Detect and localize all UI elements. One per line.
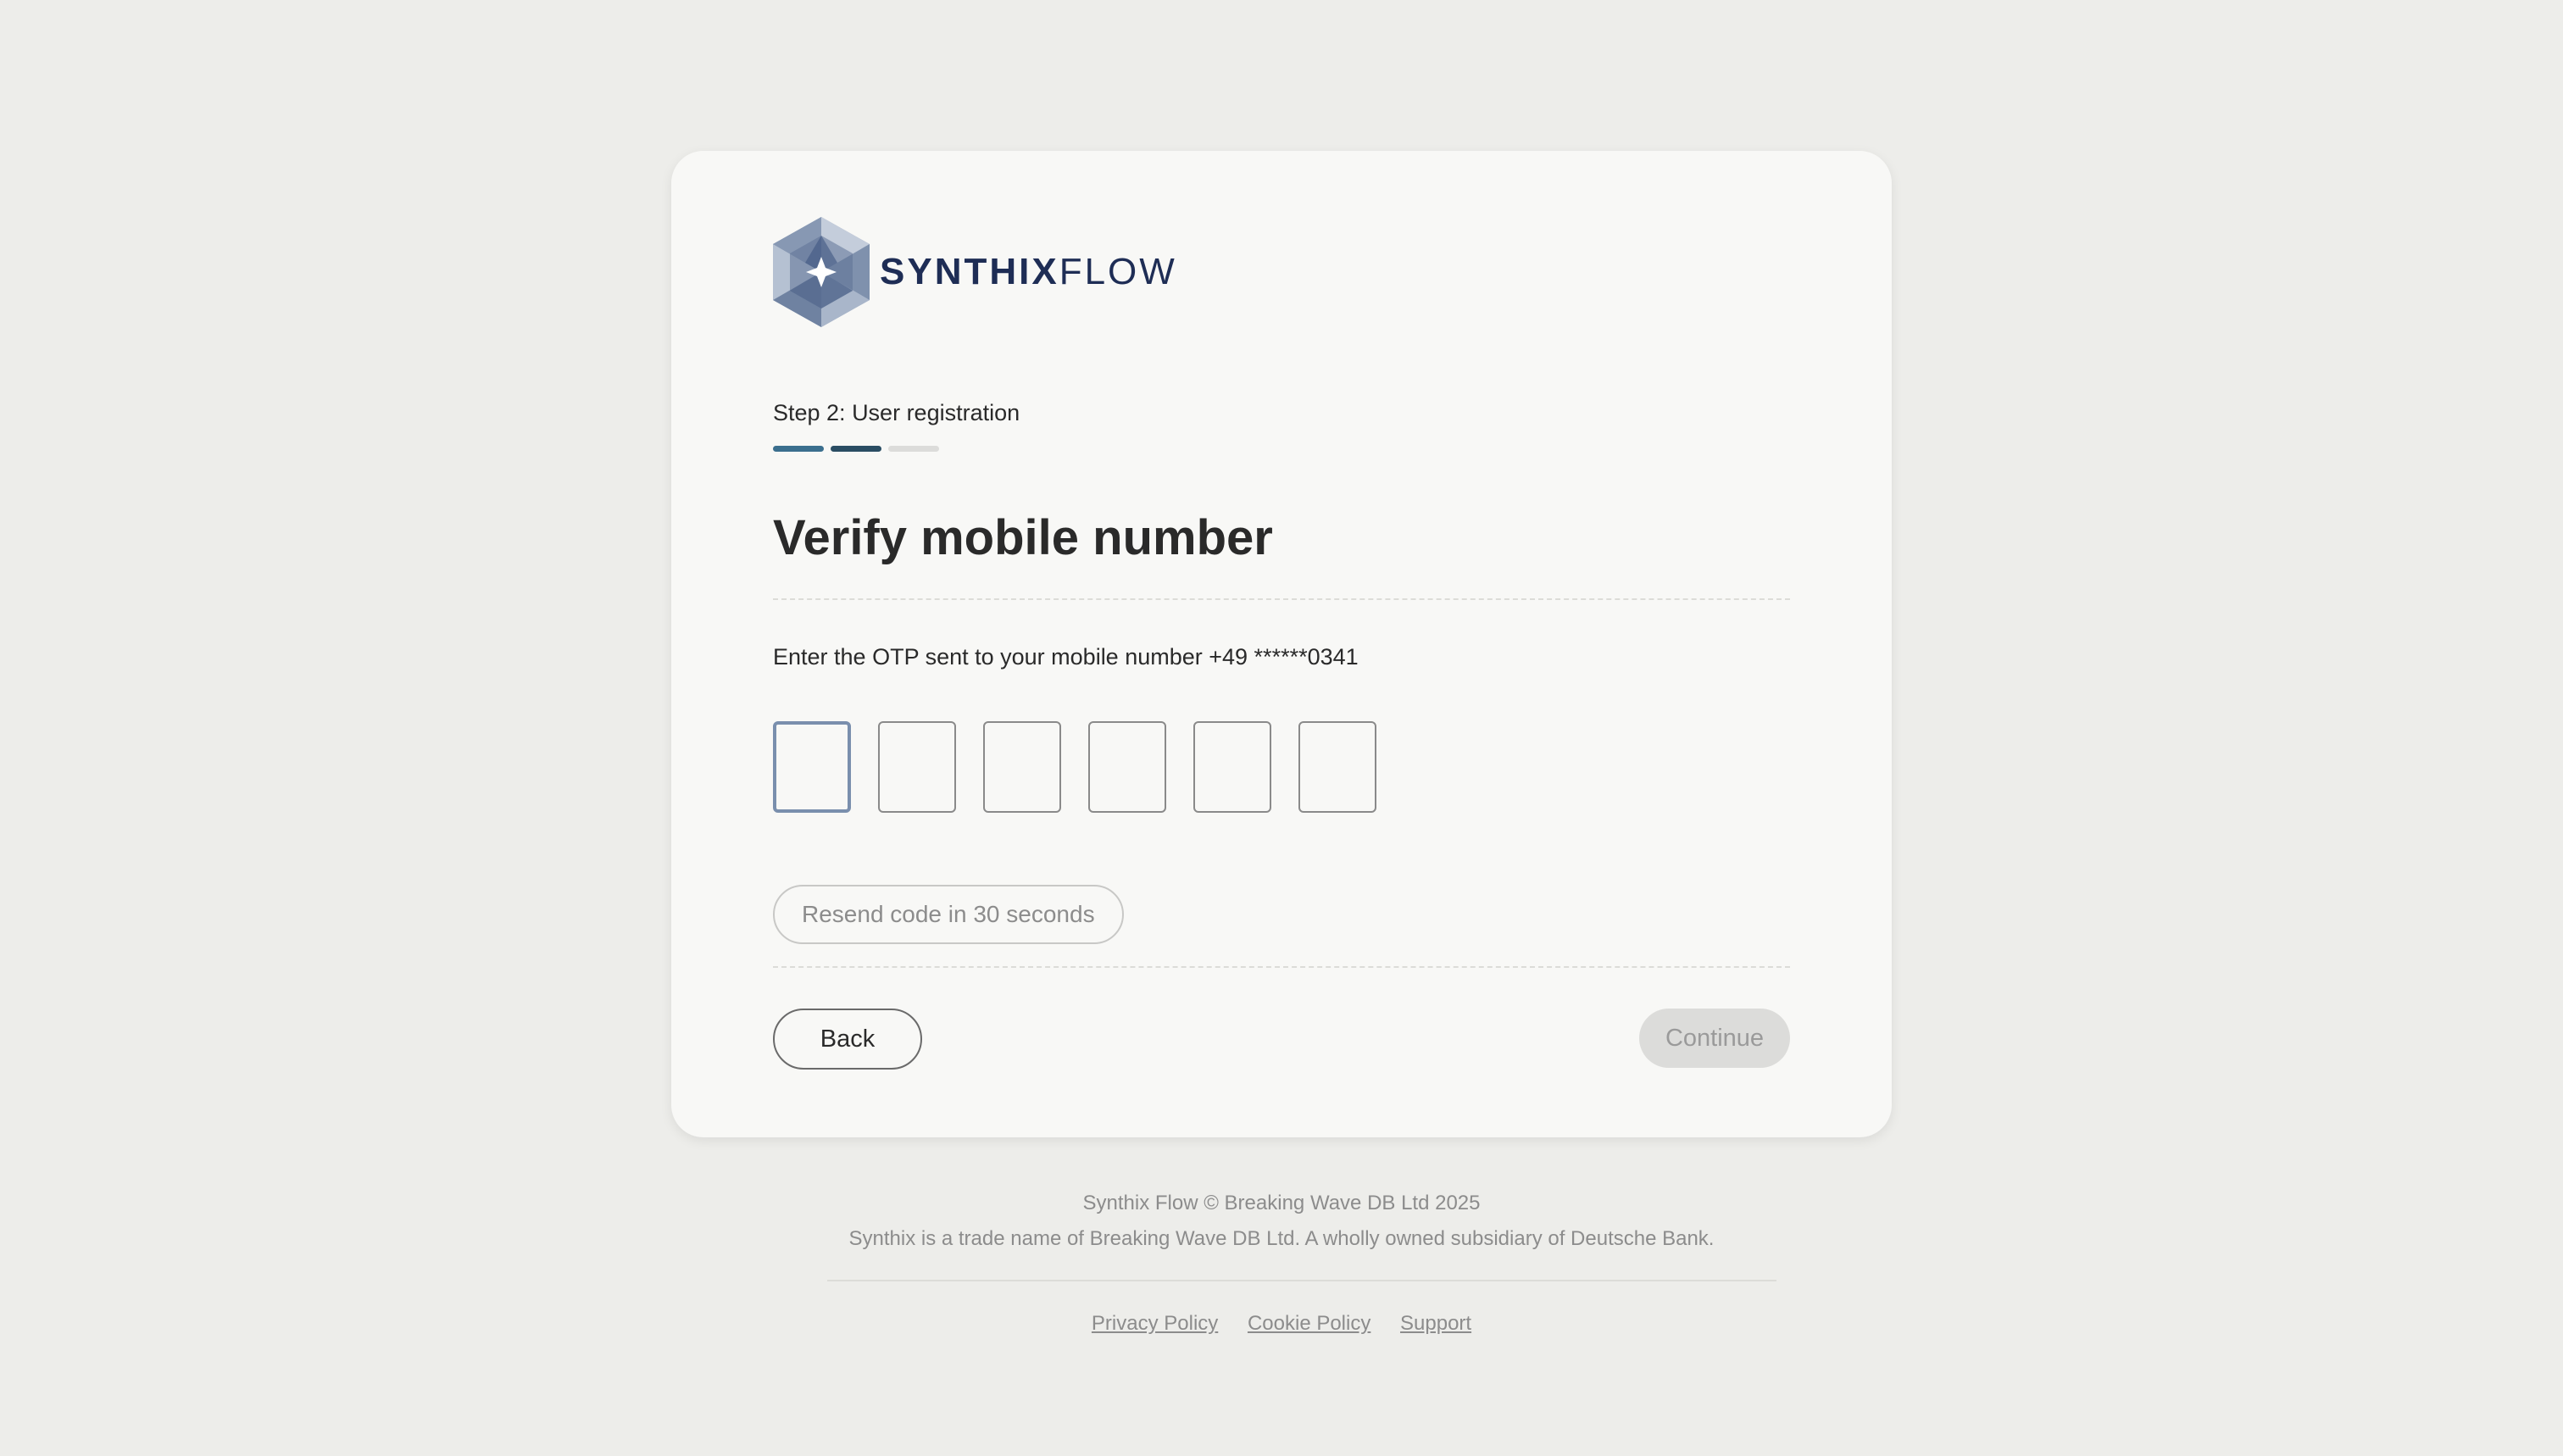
step-progress-bar — [773, 446, 939, 452]
footer-legal: Synthix is a trade name of Breaking Wave… — [848, 1227, 1715, 1250]
registration-card: SYNTHIXFLOW Step 2: User registration Ve… — [671, 151, 1892, 1137]
footer-divider — [827, 1280, 1776, 1281]
resend-code-button[interactable]: Resend code in 30 seconds — [773, 885, 1124, 944]
footer-copyright: Synthix Flow © Breaking Wave DB Ltd 2025 — [1082, 1192, 1481, 1214]
section-divider-bottom — [773, 966, 1790, 968]
footer-links: Privacy Policy Cookie Policy Support — [0, 1312, 2563, 1336]
brand-logo: SYNTHIXFLOW — [773, 217, 1177, 327]
otp-digit-6[interactable] — [1298, 721, 1376, 813]
back-button[interactable]: Back — [773, 1009, 922, 1070]
footer: Synthix Flow © Breaking Wave DB Ltd 2025… — [0, 1193, 2563, 1249]
page-title: Verify mobile number — [773, 510, 1273, 565]
progress-segment-3 — [888, 446, 939, 452]
support-link[interactable]: Support — [1400, 1312, 1471, 1335]
otp-digit-3[interactable] — [983, 721, 1061, 813]
privacy-policy-link[interactable]: Privacy Policy — [1092, 1312, 1218, 1335]
otp-digit-5[interactable] — [1193, 721, 1271, 813]
brand-name-light: FLOW — [1059, 251, 1177, 292]
brand-name-bold: SYNTHIX — [880, 251, 1059, 292]
otp-digit-2[interactable] — [878, 721, 956, 813]
otp-instruction: Enter the OTP sent to your mobile number… — [773, 644, 1359, 670]
continue-button[interactable]: Continue — [1639, 1009, 1790, 1068]
progress-segment-2 — [831, 446, 881, 452]
otp-digit-1[interactable] — [773, 721, 851, 813]
section-divider-top — [773, 598, 1790, 600]
otp-input-group — [773, 721, 1376, 813]
cookie-policy-link[interactable]: Cookie Policy — [1248, 1312, 1370, 1335]
brand-wordmark: SYNTHIXFLOW — [880, 253, 1177, 291]
step-label: Step 2: User registration — [773, 400, 1020, 425]
progress-segment-1 — [773, 446, 824, 452]
hexagon-star-logo-icon — [773, 217, 870, 327]
otp-digit-4[interactable] — [1088, 721, 1166, 813]
